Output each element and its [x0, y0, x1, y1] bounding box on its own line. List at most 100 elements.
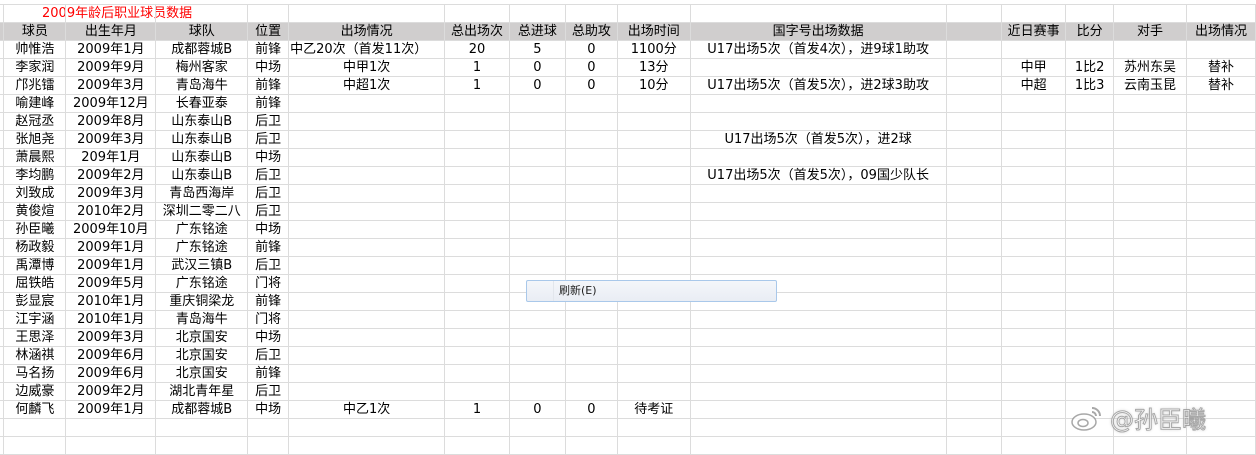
cell-apps[interactable]: [288, 130, 446, 149]
cell-goals[interactable]: [508, 382, 566, 401]
cell-opponent[interactable]: [1113, 328, 1187, 347]
cell-national[interactable]: [689, 148, 947, 167]
cell[interactable]: [945, 166, 1003, 185]
cell-name[interactable]: 何麟飞: [3, 400, 67, 419]
cell[interactable]: [945, 364, 1003, 383]
cell-time[interactable]: 10分: [616, 76, 691, 95]
cell[interactable]: [444, 418, 510, 437]
cell-birth[interactable]: 2009年6月: [65, 346, 157, 365]
cell-team[interactable]: 梅州客家: [155, 58, 249, 77]
cell-name[interactable]: 屈铁皓: [3, 274, 67, 293]
cell-national[interactable]: [689, 364, 947, 383]
cell-score[interactable]: [1065, 274, 1115, 293]
cell-pos[interactable]: 后卫: [247, 166, 290, 185]
cell-assists[interactable]: [564, 256, 618, 275]
cell-national[interactable]: U17出场5次（首发5次），09国少队长: [689, 166, 947, 185]
cell[interactable]: [288, 4, 446, 23]
cell-pos[interactable]: 中场: [247, 148, 290, 167]
cell-match[interactable]: [1001, 364, 1067, 383]
cell-total[interactable]: [444, 184, 510, 203]
cell-time[interactable]: [616, 202, 691, 221]
cell[interactable]: [945, 76, 1003, 95]
cell-national[interactable]: U17出场5次（首发4次），进9球1助攻: [689, 40, 947, 59]
cell[interactable]: [65, 436, 157, 455]
cell[interactable]: [945, 148, 1003, 167]
cell-match[interactable]: [1001, 166, 1067, 185]
cell-birth[interactable]: 209年1月: [65, 148, 157, 167]
cell-goals[interactable]: [508, 238, 566, 257]
cell-pos[interactable]: 门将: [247, 310, 290, 329]
cell-national[interactable]: [689, 58, 947, 77]
cell-match[interactable]: [1001, 256, 1067, 275]
cell-total[interactable]: [444, 220, 510, 239]
cell[interactable]: [689, 4, 947, 23]
cell[interactable]: [1113, 4, 1187, 23]
cell[interactable]: [945, 4, 1003, 23]
cell-match[interactable]: 中超: [1001, 76, 1067, 95]
header-recent-match[interactable]: 近日赛事: [1001, 22, 1067, 41]
cell[interactable]: [945, 238, 1003, 257]
cell-assists[interactable]: 0: [564, 40, 618, 59]
header-total-assists[interactable]: 总助攻: [564, 22, 618, 41]
cell-status[interactable]: [1185, 292, 1256, 311]
cell-team[interactable]: 重庆铜梁龙: [155, 292, 249, 311]
cell-apps[interactable]: [288, 112, 446, 131]
cell-total[interactable]: 1: [444, 58, 510, 77]
header-birth[interactable]: 出生年月: [65, 22, 157, 41]
cell[interactable]: [945, 418, 1003, 437]
cell-status[interactable]: [1185, 256, 1256, 275]
cell-team[interactable]: 山东泰山B: [155, 166, 249, 185]
cell-match[interactable]: [1001, 274, 1067, 293]
cell-status[interactable]: [1185, 112, 1256, 131]
cell-score[interactable]: [1065, 292, 1115, 311]
cell-time[interactable]: [616, 112, 691, 131]
header-total-apps[interactable]: 总出场次: [444, 22, 510, 41]
cell[interactable]: [1001, 436, 1067, 455]
cell-status[interactable]: [1185, 310, 1256, 329]
cell-total[interactable]: [444, 238, 510, 257]
cell-name[interactable]: 帅惟浩: [3, 40, 67, 59]
cell-goals[interactable]: [508, 166, 566, 185]
cell-total[interactable]: [444, 292, 510, 311]
cell-team[interactable]: 成都蓉城B: [155, 400, 249, 419]
cell[interactable]: [945, 94, 1003, 113]
header-position[interactable]: 位置: [247, 22, 290, 41]
cell-time[interactable]: [616, 238, 691, 257]
cell-status[interactable]: [1185, 148, 1256, 167]
cell-name[interactable]: 邝兆镭: [3, 76, 67, 95]
cell-time[interactable]: [616, 148, 691, 167]
cell-match[interactable]: [1001, 238, 1067, 257]
cell-total[interactable]: [444, 382, 510, 401]
cell-time[interactable]: [616, 130, 691, 149]
cell-goals[interactable]: 5: [508, 40, 566, 59]
cell-time[interactable]: 13分: [616, 58, 691, 77]
spreadsheet-grid[interactable]: 球员 出生年月 球队 位置 出场情况 总出场次 总进球 总助攻 出场时间 国字号出场数据 近日赛事比…: [0, 4, 1256, 455]
cell-national[interactable]: [689, 112, 947, 131]
cell-match[interactable]: [1001, 40, 1067, 59]
cell[interactable]: [3, 436, 67, 455]
cell-status[interactable]: [1185, 382, 1256, 401]
cell-total[interactable]: [444, 148, 510, 167]
cell-score[interactable]: [1065, 346, 1115, 365]
cell[interactable]: [945, 436, 1003, 455]
cell-name[interactable]: 赵冠丞: [3, 112, 67, 131]
cell-birth[interactable]: 2009年3月: [65, 130, 157, 149]
cell-apps[interactable]: [288, 256, 446, 275]
cell-team[interactable]: 北京国安: [155, 346, 249, 365]
cell-match[interactable]: [1001, 148, 1067, 167]
cell-assists[interactable]: [564, 94, 618, 113]
header-blank[interactable]: [945, 22, 1003, 41]
cell-team[interactable]: 山东泰山B: [155, 148, 249, 167]
cell-national[interactable]: U17出场5次（首发5次），进2球: [689, 130, 947, 149]
cell-opponent[interactable]: [1113, 346, 1187, 365]
cell-total[interactable]: 1: [444, 400, 510, 419]
cell[interactable]: [564, 436, 618, 455]
cell-score[interactable]: [1065, 238, 1115, 257]
cell[interactable]: [945, 220, 1003, 239]
cell-name[interactable]: 萧晨熙: [3, 148, 67, 167]
cell-status[interactable]: [1185, 238, 1256, 257]
cell[interactable]: [508, 436, 566, 455]
cell-name[interactable]: 马名扬: [3, 364, 67, 383]
cell-opponent[interactable]: [1113, 310, 1187, 329]
cell[interactable]: [945, 58, 1003, 77]
